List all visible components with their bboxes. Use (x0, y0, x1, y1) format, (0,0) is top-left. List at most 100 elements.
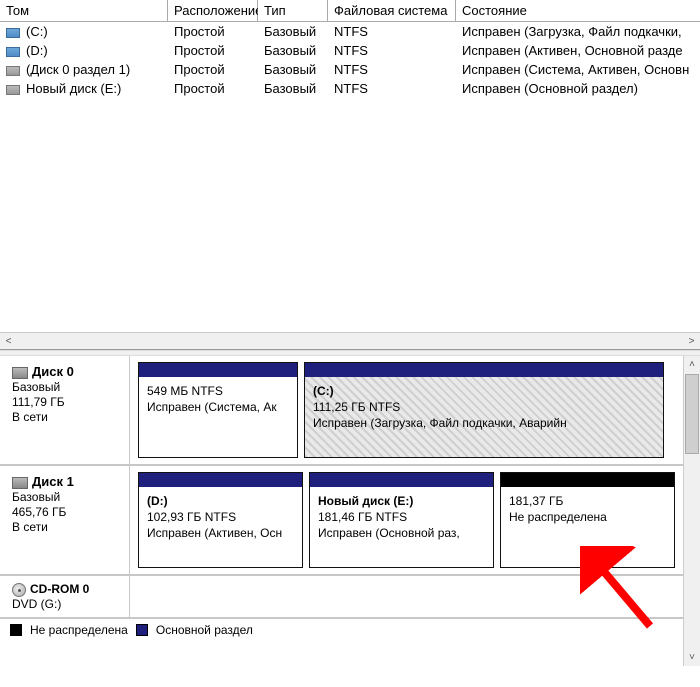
partition-status: Исправен (Активен, Осн (147, 525, 294, 541)
disk-icon (12, 367, 28, 379)
col-tom[interactable]: Том (0, 0, 168, 22)
volume-icon (6, 85, 20, 95)
partition-body: 181,37 ГБНе распределена (501, 487, 674, 567)
partition-bar (139, 473, 302, 487)
cd-name: CD-ROM 0 (30, 582, 89, 596)
disk-icon (12, 477, 28, 489)
partition-status: Не распределена (509, 509, 666, 525)
volume-status: Исправен (Активен, Основной разде (456, 42, 700, 59)
partition-title: (C:) (313, 383, 655, 399)
partition-bar (139, 363, 297, 377)
cd-empty-area (130, 576, 700, 617)
disk-status: В сети (12, 520, 121, 534)
table-row[interactable]: (D:)ПростойБазовыйNTFSИсправен (Активен,… (0, 41, 700, 60)
volume-fs: NTFS (328, 61, 456, 78)
volume-name: (C:) (26, 24, 48, 39)
volume-status: Исправен (Основной раздел) (456, 80, 700, 97)
volume-name: Новый диск (E:) (26, 81, 121, 96)
partition-size: 181,46 ГБ NTFS (318, 509, 485, 525)
partition-body: (C:)111,25 ГБ NTFSИсправен (Загрузка, Фа… (305, 377, 663, 457)
cd-sub: DVD (G:) (12, 597, 121, 611)
partition-body: Новый диск (E:)181,46 ГБ NTFSИсправен (О… (310, 487, 493, 567)
partition-status: Исправен (Система, Ак (147, 399, 289, 415)
scroll-track[interactable] (17, 333, 683, 349)
disk-type: Базовый (12, 380, 121, 394)
legend-unallocated: Не распределена (30, 623, 128, 637)
volume-icon (6, 28, 20, 38)
volume-icon (6, 47, 20, 57)
legend: Не распределена Основной раздел (0, 619, 700, 641)
partition[interactable]: 549 МБ NTFSИсправен (Система, Ак (138, 362, 298, 458)
partition-title: Новый диск (E:) (318, 493, 485, 509)
scroll-left-icon[interactable]: < (0, 333, 17, 349)
partition-bar (501, 473, 674, 487)
partition-size: 111,25 ГБ NTFS (313, 399, 655, 415)
partition-body: 549 МБ NTFSИсправен (Система, Ак (139, 377, 297, 457)
volume-fs: NTFS (328, 23, 456, 40)
horizontal-scrollbar[interactable]: < > (0, 332, 700, 349)
scroll-down-icon[interactable]: ˅ (684, 649, 700, 666)
table-row[interactable]: Новый диск (E:) ПростойБазовыйNTFSИсправе… (0, 79, 700, 98)
partition[interactable]: (C:)111,25 ГБ NTFSИсправен (Загрузка, Фа… (304, 362, 664, 458)
partition[interactable]: 181,37 ГБНе распределена (500, 472, 675, 568)
disk-label[interactable]: Диск 0 Базовый 111,79 ГБ В сети (0, 356, 130, 464)
scroll-track-v[interactable] (684, 455, 700, 649)
disk-size: 111,79 ГБ (12, 395, 121, 409)
partition-status: Исправен (Основной раз, (318, 525, 485, 541)
partition-bar (305, 363, 663, 377)
volume-type: Базовый (258, 61, 328, 78)
legend-swatch-primary (136, 624, 148, 636)
table-row[interactable]: (C:) ПростойБазовыйNTFSИсправен (Загрузка… (0, 22, 700, 41)
col-type[interactable]: Тип (258, 0, 328, 22)
disk-label[interactable]: Диск 1 Базовый 465,76 ГБ В сети (0, 466, 130, 574)
disk-size: 465,76 ГБ (12, 505, 121, 519)
volume-loc: Простой (168, 42, 258, 59)
disk-status: В сети (12, 410, 121, 424)
col-fs[interactable]: Файловая система (328, 0, 456, 22)
volume-list-pane: Том Расположение Тип Файловая система Со… (0, 0, 700, 350)
volume-table-header: Том Расположение Тип Файловая система Со… (0, 0, 700, 22)
vertical-scrollbar[interactable]: ˄ ˅ (683, 356, 700, 666)
legend-swatch-unallocated (10, 624, 22, 636)
partition-bar (310, 473, 493, 487)
disk-name: Диск 1 (32, 474, 74, 489)
volume-loc: Простой (168, 23, 258, 40)
volume-name: (Диск 0 раздел 1) (26, 62, 130, 77)
disk-row: Диск 0 Базовый 111,79 ГБ В сети549 МБ NT… (0, 356, 700, 466)
partition-title: (D:) (147, 493, 294, 509)
col-loc[interactable]: Расположение (168, 0, 258, 22)
volume-fs: NTFS (328, 42, 456, 59)
partition-size: 181,37 ГБ (509, 493, 666, 509)
volume-status: Исправен (Загрузка, Файл подкачки, (456, 23, 700, 40)
disk-row: Диск 1 Базовый 465,76 ГБ В сети(D:)102,9… (0, 466, 700, 576)
partition-status: Исправен (Загрузка, Файл подкачки, Авари… (313, 415, 655, 431)
partition-size: 549 МБ NTFS (147, 383, 289, 399)
table-row[interactable]: (Диск 0 раздел 1) ПростойБазовыйNTFSИспра… (0, 60, 700, 79)
partition-area: 549 МБ NTFSИсправен (Система, Ак(C:)111,… (130, 356, 700, 464)
partition[interactable]: Новый диск (E:)181,46 ГБ NTFSИсправен (О… (309, 472, 494, 568)
volume-status: Исправен (Система, Активен, Основн (456, 61, 700, 78)
volume-type: Базовый (258, 80, 328, 97)
volume-fs: NTFS (328, 80, 456, 97)
cd-rom-label: CD-ROM 0 DVD (G:) (0, 576, 130, 617)
disks-container: Диск 0 Базовый 111,79 ГБ В сети549 МБ NT… (0, 356, 700, 576)
scroll-right-icon[interactable]: > (683, 333, 700, 349)
volume-loc: Простой (168, 61, 258, 78)
volume-icon (6, 66, 20, 76)
legend-primary: Основной раздел (156, 623, 253, 637)
partition-area: (D:)102,93 ГБ NTFSИсправен (Активен, Осн… (130, 466, 700, 574)
disc-icon (12, 583, 26, 597)
partition[interactable]: (D:)102,93 ГБ NTFSИсправен (Активен, Осн (138, 472, 303, 568)
disk-graphic-pane: Диск 0 Базовый 111,79 ГБ В сети549 МБ NT… (0, 356, 700, 666)
scroll-thumb[interactable] (685, 374, 699, 454)
volume-table-body: (C:)ПростойБазовыйNTFSИсправен (Загрузка… (0, 22, 700, 332)
volume-type: Базовый (258, 23, 328, 40)
col-status[interactable]: Состояние (456, 0, 700, 22)
partition-body: (D:)102,93 ГБ NTFSИсправен (Активен, Осн (139, 487, 302, 567)
volume-type: Базовый (258, 42, 328, 59)
volume-loc: Простой (168, 80, 258, 97)
partition-size: 102,93 ГБ NTFS (147, 509, 294, 525)
disk-type: Базовый (12, 490, 121, 504)
cd-rom-row[interactable]: CD-ROM 0 DVD (G:) (0, 576, 700, 619)
scroll-up-icon[interactable]: ˄ (684, 356, 700, 373)
